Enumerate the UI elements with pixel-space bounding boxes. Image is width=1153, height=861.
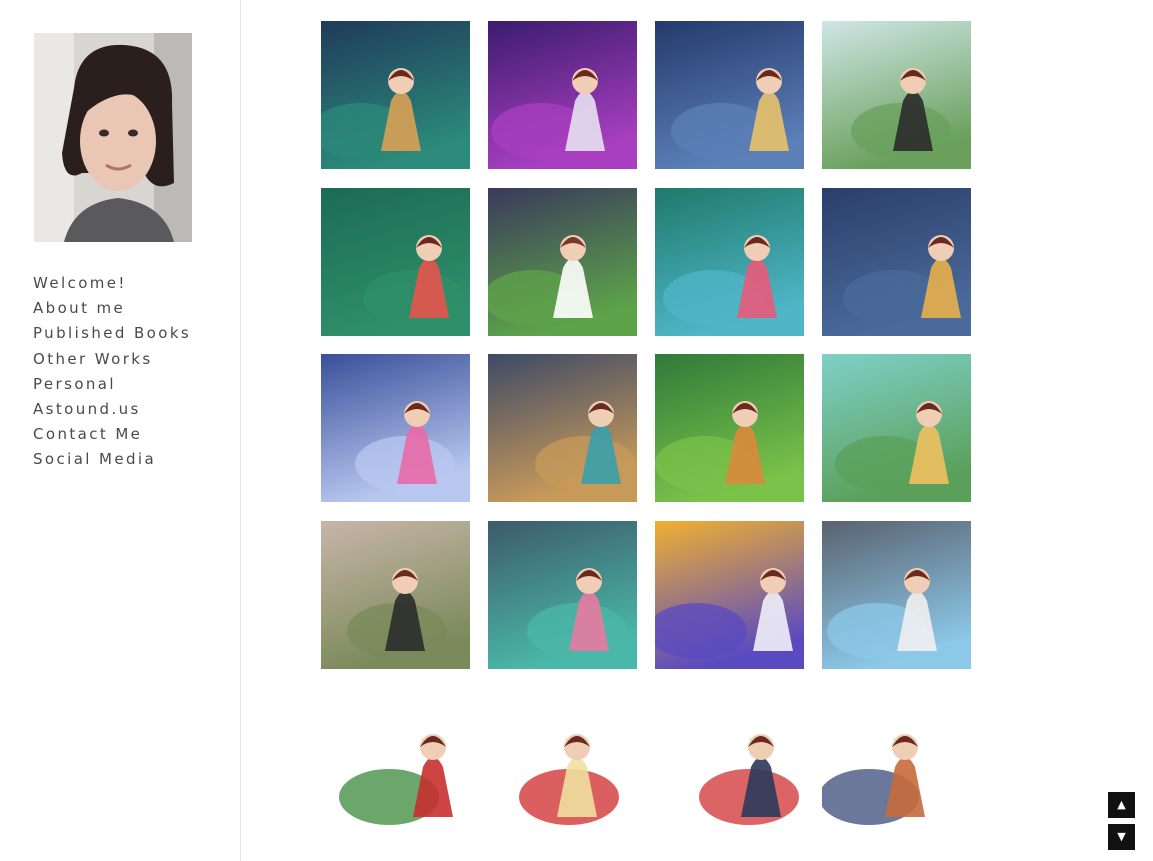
scroll-down-button[interactable]: ▼: [1108, 824, 1135, 850]
yeti-snow-leopard-illustration: [822, 521, 971, 669]
gallery-tile-christmas-characters[interactable]: [321, 687, 470, 835]
gallery-tile-baseball-pitcher-girl[interactable]: [822, 21, 971, 169]
girl-in-straw-hat-illustration: [655, 354, 804, 502]
unicorn-yellow-illustration: [655, 521, 804, 669]
treehouse-night-illustration: [321, 21, 470, 169]
nav-item-social-media[interactable]: Social Media: [33, 447, 191, 472]
nav-item-astound-us[interactable]: Astound.us: [33, 397, 191, 422]
medieval-houses-illustration: [822, 687, 971, 835]
triangle-up-icon: ▲: [1117, 798, 1126, 811]
girl-watering-plants-illustration: [822, 354, 971, 502]
scroll-up-button[interactable]: ▲: [1108, 792, 1135, 818]
flower-creature-rain-illustration: [321, 188, 470, 336]
triangle-down-icon: ▼: [1117, 830, 1126, 843]
main-navigation: Welcome! About me Published Books Other …: [33, 271, 191, 473]
gallery-tile-girl-riding-dragon[interactable]: [488, 521, 637, 669]
christmas-characters-illustration: [321, 687, 470, 835]
gallery-tile-jungle-chase[interactable]: [655, 188, 804, 336]
illustration-gallery: [321, 21, 971, 841]
gallery-tile-treehouse-night[interactable]: [321, 21, 470, 169]
jungle-chase-illustration: [655, 188, 804, 336]
gallery-tile-tennis-umpire[interactable]: [488, 188, 637, 336]
avatar: [34, 33, 192, 242]
gothic-city-castle-illustration: [488, 354, 637, 502]
nav-item-personal[interactable]: Personal: [33, 372, 191, 397]
girl-under-leaf-rain-illustration: [822, 188, 971, 336]
gallery-tile-girl-swinging-rope-galaxy[interactable]: [488, 21, 637, 169]
nav-item-other-works[interactable]: Other Works: [33, 347, 191, 372]
portrait-photo: [34, 33, 192, 242]
girl-walking-cat-autumn-illustration: [321, 521, 470, 669]
sidebar: Welcome! About me Published Books Other …: [0, 0, 241, 861]
gallery-tile-girl-with-bear-balloon[interactable]: [655, 687, 804, 835]
gallery-tile-girl-watering-plants[interactable]: [822, 354, 971, 502]
gallery-tile-flower-creature-rain[interactable]: [321, 188, 470, 336]
baseball-pitcher-girl-illustration: [822, 21, 971, 169]
gallery-tile-yeti-snow-leopard[interactable]: [822, 521, 971, 669]
nav-item-published-books[interactable]: Published Books: [33, 321, 191, 346]
gallery-tile-girl-in-straw-hat[interactable]: [655, 354, 804, 502]
gallery-tile-unicorn-yellow[interactable]: [655, 521, 804, 669]
kids-with-flashlight-illustration: [655, 21, 804, 169]
gallery-tile-girl-under-leaf-rain[interactable]: [822, 188, 971, 336]
girl-swinging-rope-galaxy-illustration: [488, 21, 637, 169]
girl-red-dress-waving-illustration: [488, 687, 637, 835]
nav-item-about-me[interactable]: About me: [33, 296, 191, 321]
gallery-tile-girl-walking-cat-autumn[interactable]: [321, 521, 470, 669]
nav-item-contact-me[interactable]: Contact Me: [33, 422, 191, 447]
girl-with-bear-balloon-illustration: [655, 687, 804, 835]
tennis-umpire-illustration: [488, 188, 637, 336]
gallery-tile-girl-red-dress-waving[interactable]: [488, 687, 637, 835]
gallery-tile-gothic-city-castle[interactable]: [488, 354, 637, 502]
girl-riding-dragon-illustration: [488, 521, 637, 669]
gallery-tile-medieval-houses[interactable]: [822, 687, 971, 835]
gallery-tile-fairy-girl-clouds[interactable]: [321, 354, 470, 502]
gallery-tile-kids-with-flashlight[interactable]: [655, 21, 804, 169]
nav-item-welcome[interactable]: Welcome!: [33, 271, 191, 296]
fairy-girl-clouds-illustration: [321, 354, 470, 502]
